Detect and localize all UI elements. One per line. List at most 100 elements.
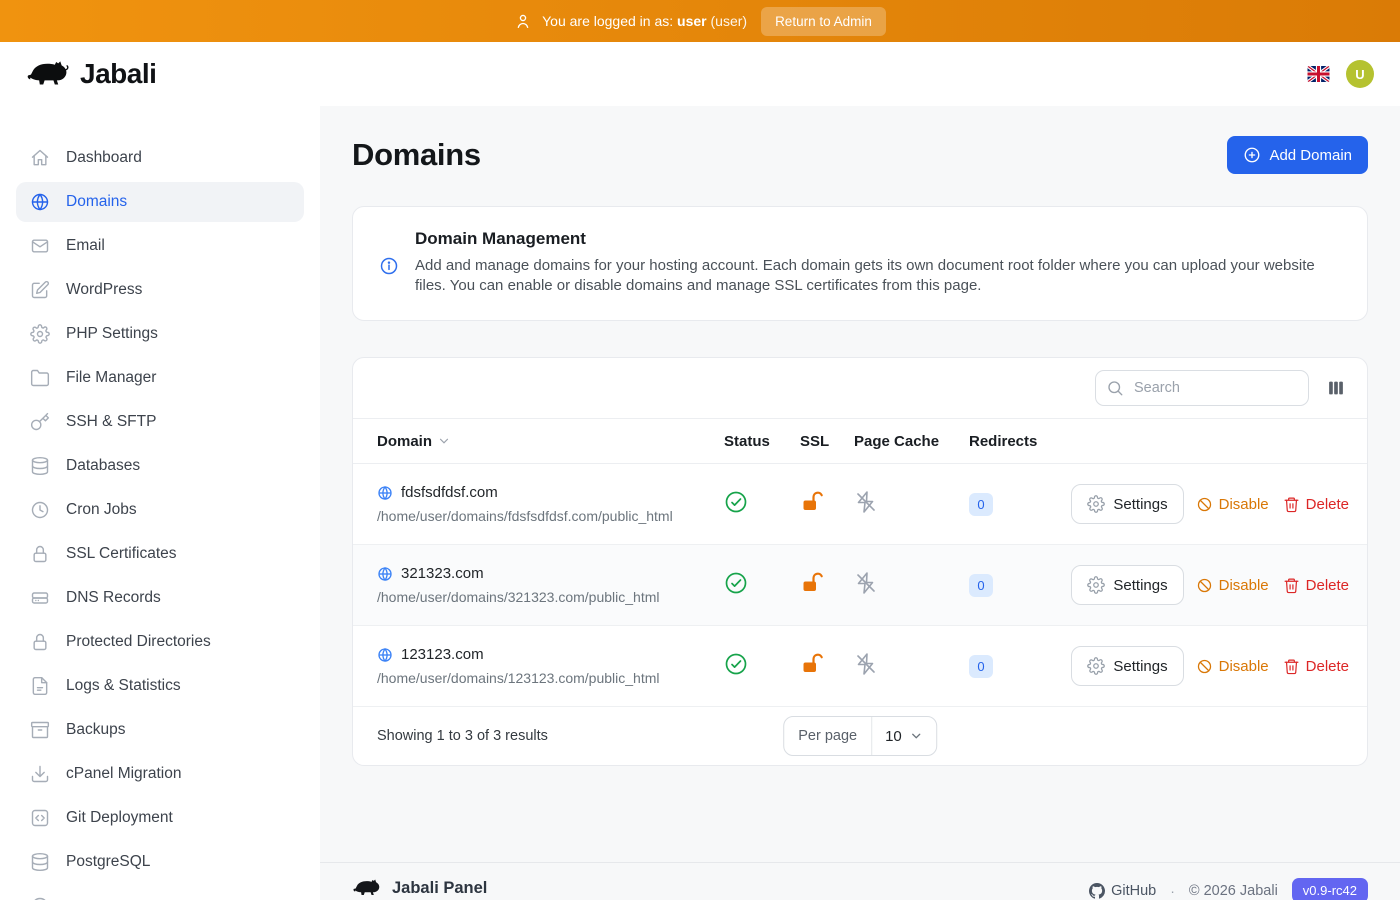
github-icon [1089, 883, 1105, 899]
domain-path: /home/user/domains/123123.com/public_htm… [377, 670, 716, 686]
redirects-count-badge: 0 [969, 493, 993, 516]
redirects-count-badge: 0 [969, 655, 993, 678]
ssl-unlocked-icon [800, 571, 824, 595]
language-flag-button[interactable] [1307, 66, 1330, 82]
main-content: Domains Add Domain Domain Management Add… [320, 106, 1400, 862]
domain-name: fdsfsdfdsf.com [401, 484, 498, 501]
sidebar-item-postgresql[interactable]: PostgreSQL [16, 842, 304, 882]
key-icon [30, 412, 50, 432]
sidebar-item-ssh-sftp[interactable]: SSH & SFTP [16, 402, 304, 442]
globe-icon [377, 647, 393, 663]
per-page-control: Per page 10 [783, 716, 937, 756]
brand-name: Jabali [80, 58, 156, 90]
trash-icon [1283, 658, 1300, 675]
settings-button[interactable]: Settings [1071, 565, 1183, 605]
sidebar-item-label: Logs & Statistics [66, 677, 181, 695]
clock-icon [30, 500, 50, 520]
per-page-label: Per page [784, 717, 872, 755]
domain-cell: 123123.com /home/user/domains/123123.com… [369, 646, 716, 686]
columns-toggle-button[interactable] [1321, 373, 1351, 403]
lock-icon [30, 632, 50, 652]
brand-logo[interactable]: Jabali [26, 58, 156, 90]
per-page-value: 10 [885, 728, 902, 745]
settings-button[interactable]: Settings [1071, 646, 1183, 686]
sidebar-item-label: DNS Records [66, 589, 161, 607]
login-role: (user) [711, 13, 748, 29]
sidebar-item-file-manager[interactable]: File Manager [16, 358, 304, 398]
sidebar-nav: Dashboard Domains Email WordPressPHP Settin… [0, 106, 320, 900]
add-domain-label: Add Domain [1269, 147, 1352, 164]
settings-button[interactable]: Settings [1071, 484, 1183, 524]
slash-circle-icon [1196, 658, 1213, 675]
search-icon [1106, 379, 1124, 397]
sidebar-item-logs-statistics[interactable]: Logs & Statistics [16, 666, 304, 706]
page-title: Domains [352, 137, 481, 173]
mail-icon [30, 236, 50, 256]
app-header: Jabali U [0, 42, 1400, 106]
column-header-status: Status [716, 433, 792, 450]
disable-button[interactable]: Disable [1194, 492, 1271, 517]
sidebar-item-email[interactable]: Email [16, 226, 304, 266]
per-page-select[interactable]: 10 [872, 717, 936, 755]
uk-flag-icon [1307, 66, 1330, 82]
status-enabled-icon [724, 490, 748, 514]
impersonation-message: You are logged in as: user (user) [514, 12, 747, 30]
trash-icon [1283, 496, 1300, 513]
delete-button[interactable]: Delete [1281, 492, 1351, 517]
globe-icon [377, 566, 393, 582]
sidebar-item-dns-records[interactable]: DNS Records [16, 578, 304, 618]
archive-icon [30, 720, 50, 740]
status-enabled-icon [724, 652, 748, 676]
sidebar-item-label: Git Deployment [66, 809, 173, 827]
sidebar-item-php-settings[interactable]: PHP Settings [16, 314, 304, 354]
sidebar-item-cron-jobs[interactable]: Cron Jobs [16, 490, 304, 530]
sidebar-item-partial[interactable] [16, 886, 304, 900]
sidebar-item-label: Domains [66, 193, 127, 211]
sidebar-item-label: Backups [66, 721, 125, 739]
delete-button[interactable]: Delete [1281, 654, 1351, 679]
domain-name: 321323.com [401, 565, 484, 582]
github-link[interactable]: GitHub [1089, 883, 1156, 899]
delete-button[interactable]: Delete [1281, 573, 1351, 598]
sidebar-item-backups[interactable]: Backups [16, 710, 304, 750]
table-body: fdsfsdfdsf.com /home/user/domains/fdsfsd… [353, 464, 1367, 707]
sidebar-item-databases[interactable]: Databases [16, 446, 304, 486]
sidebar-item-dashboard[interactable]: Dashboard [16, 138, 304, 178]
login-message-prefix: You are logged in as: [542, 13, 673, 29]
table-toolbar [353, 358, 1367, 418]
database-icon [30, 852, 50, 872]
sidebar-item-wordpress[interactable]: WordPress [16, 270, 304, 310]
info-card-body: Add and manage domains for your hosting … [415, 256, 1339, 296]
footer-brand: Jabali Panel [392, 879, 487, 898]
sidebar-item-git-deployment[interactable]: Git Deployment [16, 798, 304, 838]
chevron-down-icon [909, 729, 923, 743]
status-enabled-icon [724, 571, 748, 595]
disable-button[interactable]: Disable [1194, 573, 1271, 598]
download-icon [30, 764, 50, 784]
domain-path: /home/user/domains/321323.com/public_htm… [377, 589, 716, 605]
info-card: Domain Management Add and manage domains… [352, 206, 1368, 321]
file-text-icon [30, 676, 50, 696]
column-header-domain[interactable]: Domain [369, 433, 716, 450]
sidebar-item-domains[interactable]: Domains [16, 182, 304, 222]
server-icon [30, 588, 50, 608]
return-to-admin-button[interactable]: Return to Admin [761, 7, 886, 36]
add-domain-button[interactable]: Add Domain [1227, 136, 1368, 174]
sidebar-item-cpanel-migration[interactable]: cPanel Migration [16, 754, 304, 794]
domain-cell: fdsfsdfdsf.com /home/user/domains/fdsfsd… [369, 484, 716, 524]
slash-circle-icon [1196, 496, 1213, 513]
database-icon [30, 456, 50, 476]
folder-icon [30, 368, 50, 388]
slash-circle-icon [1196, 577, 1213, 594]
globe-icon [30, 192, 50, 212]
disable-button[interactable]: Disable [1194, 654, 1271, 679]
table-header-row: Domain Status SSL Page Cache Redirects [353, 418, 1367, 464]
column-header-page-cache: Page Cache [846, 433, 961, 450]
sidebar-item-protected-directories[interactable]: Protected Directories [16, 622, 304, 662]
home-icon [30, 148, 50, 168]
info-card-title: Domain Management [415, 229, 1339, 249]
sidebar-item-label: Email [66, 237, 105, 255]
sidebar-item-ssl-certificates[interactable]: SSL Certificates [16, 534, 304, 574]
user-avatar[interactable]: U [1346, 60, 1374, 88]
search-input[interactable] [1095, 370, 1309, 406]
